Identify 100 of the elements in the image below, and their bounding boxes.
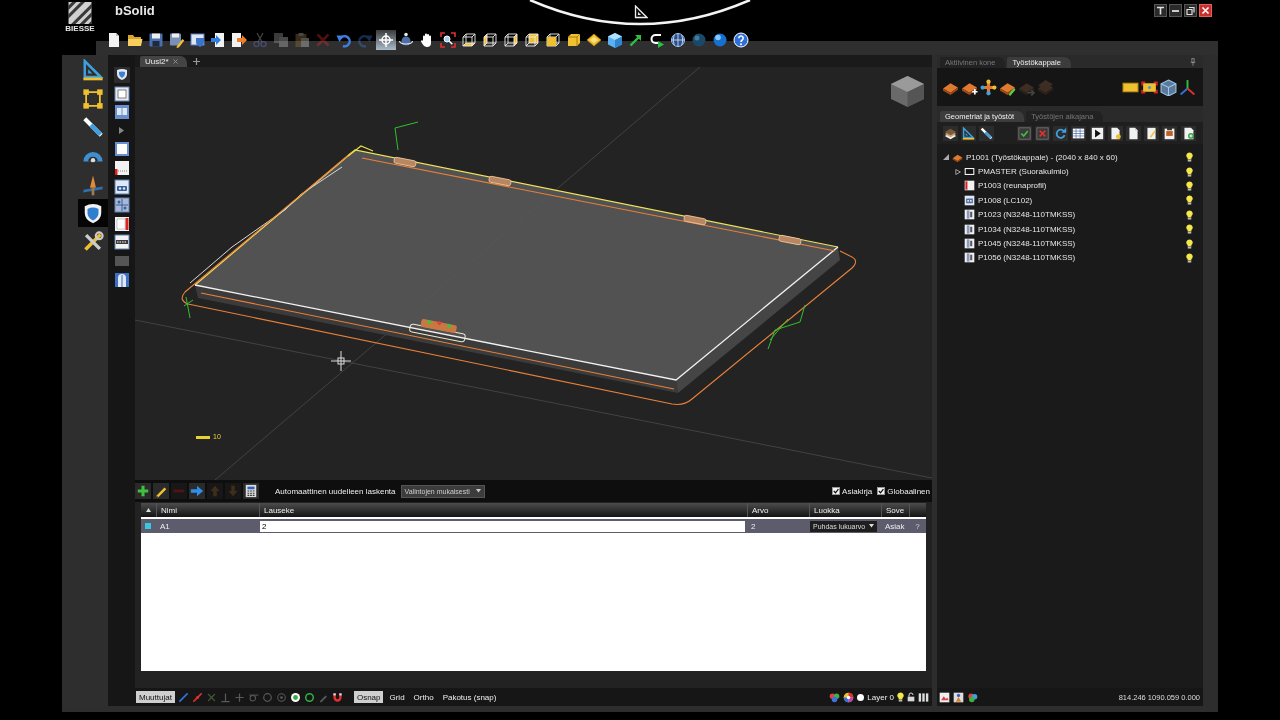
crosshair-icon[interactable]	[375, 30, 396, 50]
window-panel-icon[interactable]	[113, 104, 130, 121]
tree-item-label[interactable]: P1034 (N3248-110TMKSS)	[978, 224, 1076, 234]
wireframe-cube-icon[interactable]	[1160, 78, 1177, 96]
set-square-icon[interactable]	[960, 125, 976, 141]
pin-icon[interactable]	[1190, 58, 1196, 66]
color-dots-icon[interactable]	[967, 691, 978, 703]
tangent-snap-icon[interactable]	[247, 691, 259, 703]
cube-view-icon[interactable]	[544, 32, 561, 48]
refresh-icon[interactable]	[1053, 125, 1069, 141]
door-panel-icon[interactable]	[113, 271, 130, 288]
pencil-icon[interactable]	[153, 483, 169, 499]
help-icon[interactable]	[732, 32, 749, 48]
node-cross-icon[interactable]	[979, 78, 997, 96]
minimize-button[interactable]	[1169, 4, 1182, 17]
layer-name[interactable]: Layer 0	[867, 692, 894, 702]
close-icon[interactable]	[172, 59, 178, 64]
light-bulb-icon[interactable]	[1186, 180, 1193, 191]
export-icon[interactable]	[231, 32, 248, 48]
cube-view-icon[interactable]	[461, 32, 478, 48]
document-add-icon[interactable]	[1180, 125, 1196, 141]
tree-item-label[interactable]: PMASTER (Suorakulmio)	[978, 167, 1069, 177]
rectangle-panel-icon[interactable]	[113, 141, 130, 158]
caret-icon[interactable]	[955, 168, 961, 175]
frame-icon[interactable]	[113, 85, 130, 102]
light-bulb-icon[interactable]	[897, 692, 904, 702]
cross-snap-icon[interactable]	[233, 691, 245, 703]
light-bulb-icon[interactable]	[1186, 166, 1193, 177]
light-bulb-icon[interactable]	[1186, 195, 1193, 206]
shaded-cube-icon[interactable]	[607, 32, 624, 48]
plus-icon[interactable]	[135, 483, 151, 499]
shield-icon[interactable]	[78, 199, 108, 228]
checkbox[interactable]	[832, 487, 841, 495]
status-toggle-button[interactable]: Osnap	[353, 691, 384, 703]
column-header[interactable]: Arvo	[747, 503, 809, 517]
document-tab[interactable]: Uusi2*	[140, 56, 187, 67]
padlock-icon[interactable]	[907, 692, 915, 702]
play-icon[interactable]	[1089, 125, 1105, 141]
color-dots-icon[interactable]	[829, 691, 841, 703]
edge-panel-icon[interactable]	[113, 159, 130, 176]
new-file-icon[interactable]	[106, 32, 122, 48]
hinge-panel-icon[interactable]	[113, 178, 130, 195]
tree-item-label[interactable]: P1008 (LC102)	[978, 195, 1033, 205]
pin-button[interactable]	[1154, 4, 1167, 17]
midpoint-snap-icon[interactable]	[191, 691, 203, 703]
shield-window-icon[interactable]	[189, 32, 206, 48]
ring-snap-icon[interactable]	[303, 691, 315, 703]
checkbox[interactable]	[877, 487, 886, 495]
edge-panel-icon[interactable]	[113, 215, 130, 232]
cube-view-icon[interactable]	[565, 32, 582, 48]
panel-toggle-button[interactable]: Muuttujat	[136, 691, 175, 703]
perpendicular-snap-icon[interactable]	[219, 691, 231, 703]
tree-item-label[interactable]: P1003 (reunaprofil)	[978, 181, 1047, 191]
status-toggle-button[interactable]: Pakotus (snap)	[439, 691, 500, 703]
axes-icon[interactable]	[1179, 78, 1196, 96]
color-wheel-icon[interactable]	[843, 691, 855, 703]
right-arrow-icon[interactable]	[189, 483, 205, 499]
color-swatch-icon[interactable]	[857, 693, 865, 701]
tree-item-label[interactable]: P1056 (N3248-110TMKSS)	[978, 253, 1076, 263]
column-header[interactable]: Nimi	[156, 503, 259, 517]
calculator-icon[interactable]	[243, 483, 259, 499]
curve-arrow-icon[interactable]	[649, 32, 666, 48]
view-cube-icon[interactable]	[890, 75, 925, 108]
panel-shield-icon[interactable]	[113, 67, 130, 83]
groove-panel-icon[interactable]	[113, 234, 130, 251]
restore-button[interactable]	[1184, 4, 1197, 17]
sphere-icon[interactable]	[690, 32, 707, 48]
magnet-icon[interactable]	[331, 691, 343, 703]
column-header[interactable]: Lauseke	[259, 503, 747, 517]
shaded-sphere-icon[interactable]	[711, 32, 728, 48]
light-bulb-icon[interactable]	[1186, 152, 1193, 163]
caret-icon[interactable]	[943, 154, 949, 161]
tree-item-label[interactable]: P1001 (Työstökappale) - (2040 x 840 x 60)	[966, 152, 1118, 162]
tree-item-label[interactable]: P1023 (N3248-110TMKSS)	[978, 210, 1076, 220]
expression-field[interactable]: 2	[260, 520, 745, 532]
status-toggle-button[interactable]: Grid	[386, 691, 408, 703]
sort-icon[interactable]	[146, 508, 151, 512]
save-icon[interactable]	[147, 32, 164, 48]
close-button[interactable]	[1199, 4, 1212, 17]
column-header[interactable]: Luokka	[809, 503, 881, 517]
cube-view-icon[interactable]	[482, 32, 499, 48]
light-bulb-icon[interactable]	[1186, 209, 1193, 220]
figure-icon[interactable]	[953, 691, 964, 703]
tree-item-label[interactable]: P1045 (N3248-110TMKSS)	[978, 239, 1076, 249]
grid-panel-icon[interactable]	[113, 197, 130, 214]
line-snap-icon[interactable]	[177, 691, 189, 703]
cross-icon[interactable]	[1035, 125, 1050, 141]
save-as-icon[interactable]	[168, 32, 185, 48]
line-tool-icon[interactable]	[978, 125, 994, 141]
zoom-extents-icon[interactable]	[440, 32, 457, 48]
import-icon[interactable]	[210, 32, 227, 48]
center-snap-icon[interactable]	[289, 691, 301, 703]
document-edit-icon[interactable]	[1144, 125, 1160, 141]
document-icon[interactable]	[1125, 125, 1141, 141]
table-icon[interactable]	[1071, 125, 1087, 141]
light-bulb-icon[interactable]	[1186, 252, 1193, 263]
cube-view-icon[interactable]	[502, 32, 519, 48]
undo-icon[interactable]	[335, 32, 352, 48]
light-bulb-icon[interactable]	[1186, 238, 1193, 249]
check-icon[interactable]	[1016, 125, 1032, 141]
